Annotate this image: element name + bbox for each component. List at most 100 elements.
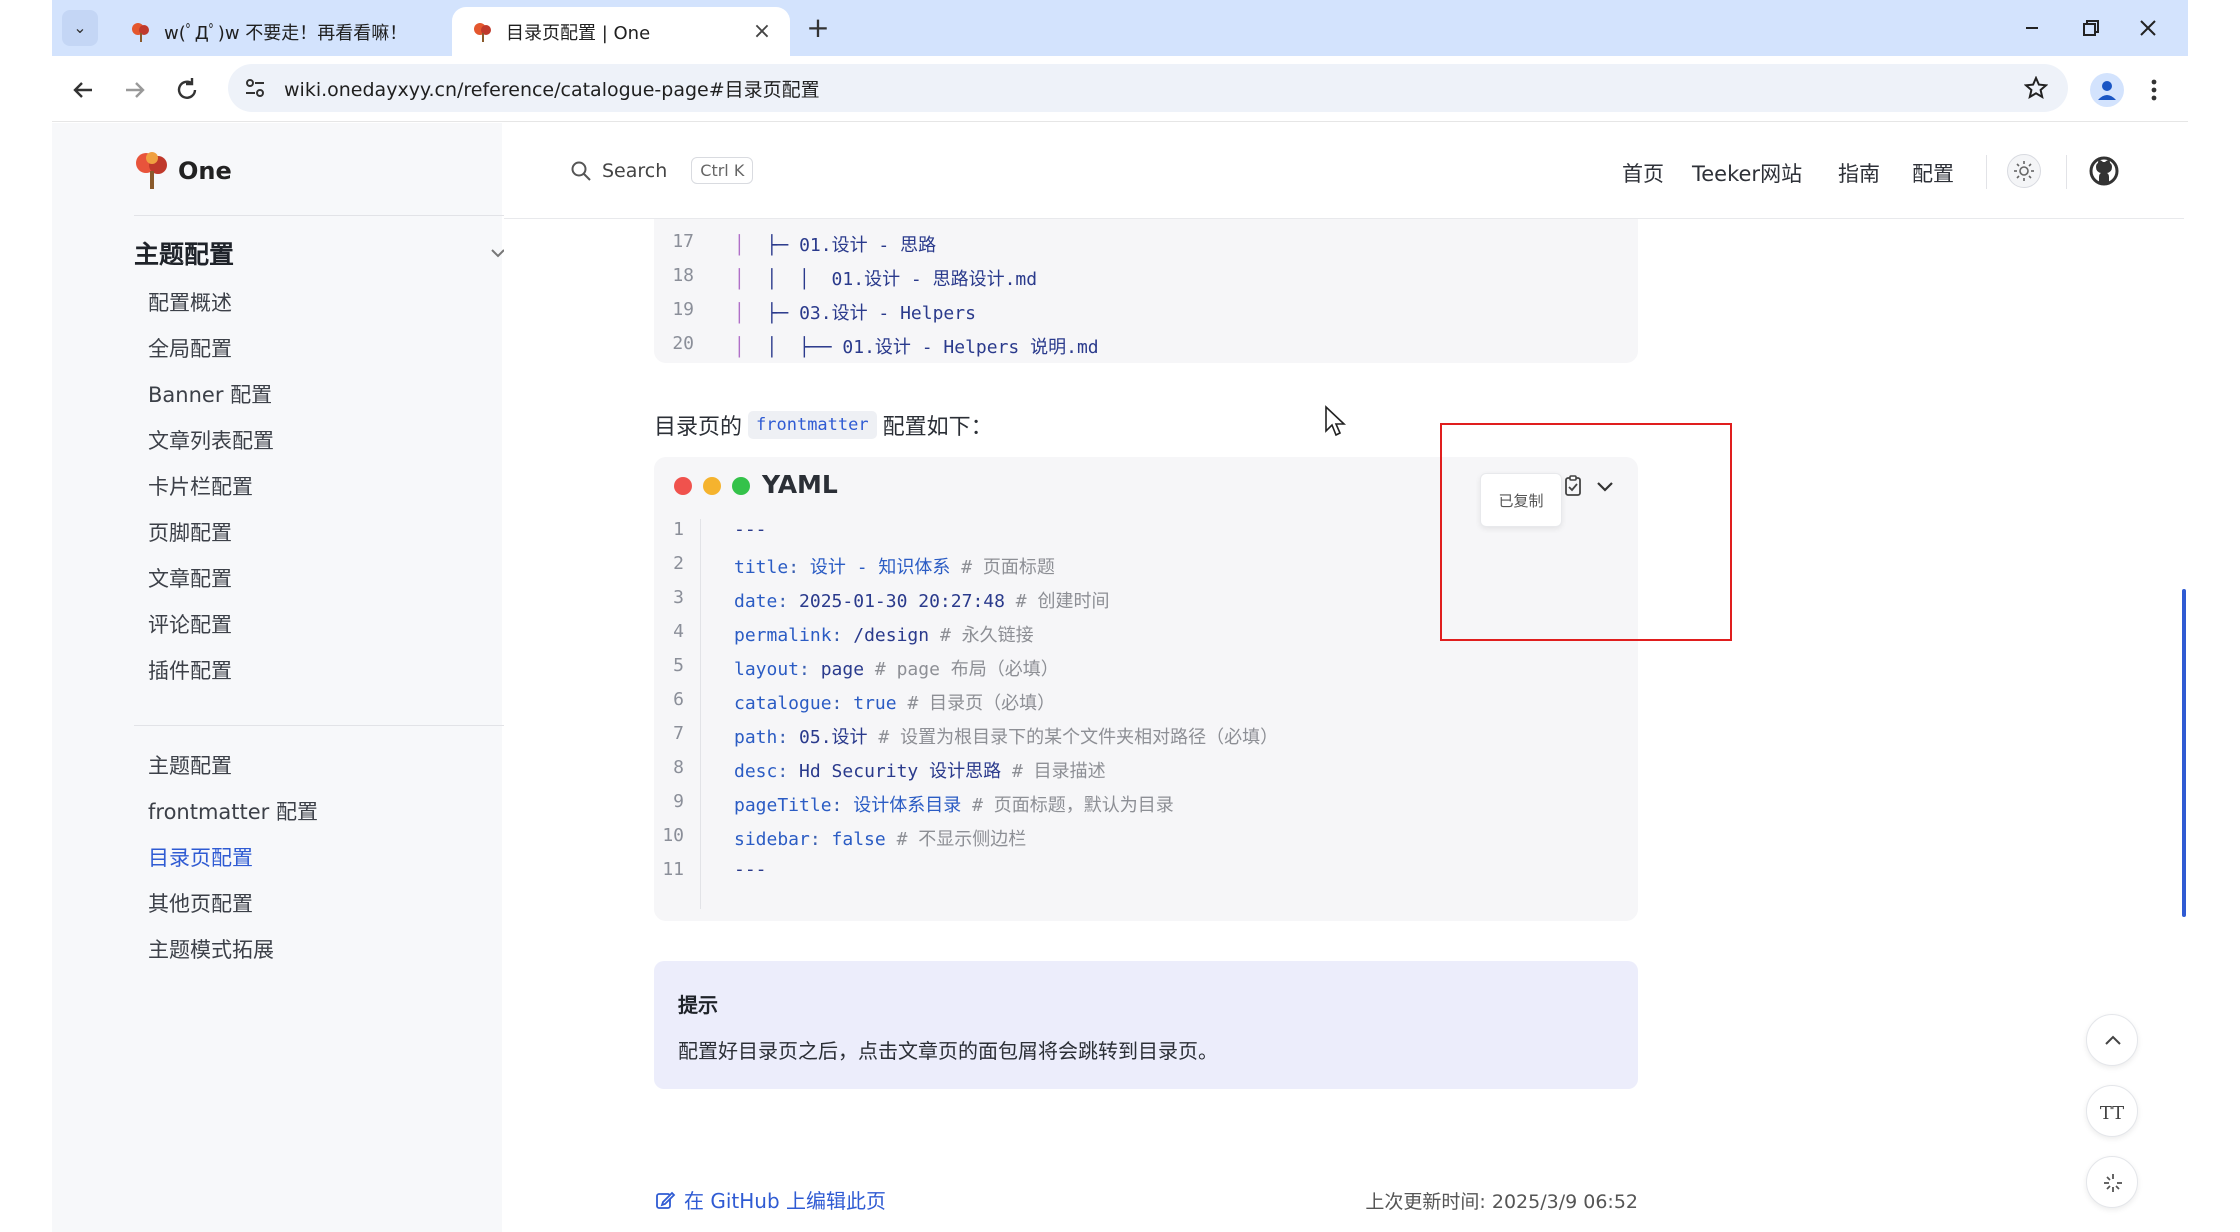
forward-button[interactable] (118, 73, 152, 107)
code-line: date: 2025-01-30 20:27:48 # 创建时间 (734, 591, 1110, 612)
code-line: │ ├─ 03.设计 - Helpers (734, 303, 976, 324)
tab-title: w(ﾟДﾟ)w 不要走！再看看嘛！ (164, 22, 408, 44)
close-window-button[interactable] (2128, 10, 2168, 46)
back-button[interactable] (66, 73, 100, 107)
nav-teeker-site[interactable]: Teeker网站 (1692, 158, 1802, 188)
sidebar-item-banner-config[interactable]: Banner 配置 (148, 379, 272, 409)
theme-toggle-button[interactable] (2007, 154, 2041, 188)
tab-search-button[interactable]: ⌄ (62, 10, 98, 46)
scroll-to-top-button[interactable] (2086, 1014, 2138, 1066)
search-button[interactable]: Search Ctrl K (570, 157, 754, 184)
sidebar-item-catalogue-page-config[interactable]: 目录页配置 (148, 842, 253, 872)
sidebar-item-article-config[interactable]: 文章配置 (148, 563, 232, 593)
nav-home[interactable]: 首页 (1622, 158, 1664, 188)
line-number: 7 (673, 723, 684, 744)
minimize-button[interactable] (2012, 10, 2052, 46)
inline-code: frontmatter (748, 411, 877, 439)
line-number: 8 (673, 757, 684, 778)
window-dots (674, 477, 750, 495)
tab-active[interactable]: 目录页配置 | One × (452, 7, 790, 56)
line-number: 5 (673, 655, 684, 676)
line-number: 1 (673, 519, 684, 540)
address-bar[interactable]: wiki.onedayxyy.cn/reference/catalogue-pa… (228, 64, 2068, 112)
browser-toolbar: wiki.onedayxyy.cn/reference/catalogue-pa… (52, 56, 2188, 122)
sidebar-item-global-config[interactable]: 全局配置 (148, 333, 232, 363)
browser-tab-strip: ⌄ w(ﾟДﾟ)w 不要走！再看看嘛！ × 目录页配置 | One × + (52, 0, 2188, 56)
code-line: permalink: /design # 永久链接 (734, 625, 1034, 646)
tab-title: 目录页配置 | One (506, 22, 651, 44)
nav-divider (1986, 155, 1987, 189)
search-shortcut-badge: Ctrl K (691, 157, 754, 184)
line-number: 10 (662, 825, 684, 846)
code-line: pageTitle: 设计体系目录 # 页面标题，默认为目录 (734, 795, 1174, 816)
mouse-cursor-icon (1325, 405, 1347, 437)
profile-avatar-icon (2098, 81, 2116, 100)
code-line: sidebar: false # 不显示侧边栏 (734, 829, 1027, 850)
sidebar-item-footer-config[interactable]: 页脚配置 (148, 517, 232, 547)
font-size-icon: TT (2099, 1103, 2125, 1124)
browser-menu-button[interactable] (2142, 73, 2166, 107)
restore-button[interactable] (2070, 10, 2110, 46)
line-number: 9 (673, 791, 684, 812)
yellow-dot (703, 477, 721, 495)
bookmark-star-icon[interactable] (2024, 76, 2048, 100)
site-favicon-icon (132, 22, 149, 42)
github-link[interactable] (2088, 155, 2120, 187)
new-tab-button[interactable]: + (800, 10, 836, 46)
line-number: 2 (673, 553, 684, 574)
sidebar-item-config-overview[interactable]: 配置概述 (148, 287, 232, 317)
sidebar-item-plugin-config[interactable]: 插件配置 (148, 655, 232, 685)
code-line: │ │ │ 01.设计 - 思路设计.md (734, 269, 1038, 290)
tab-inactive[interactable]: w(ﾟДﾟ)w 不要走！再看看嘛！ × (110, 7, 510, 56)
code-line: --- (734, 859, 767, 880)
sidebar-item-card-bar-config[interactable]: 卡片栏配置 (148, 471, 253, 501)
highlight-annotation-box (1440, 423, 1732, 641)
edit-on-github-link[interactable]: 在 GitHub 上编辑此页 (654, 1185, 886, 1214)
code-language-label: YAML (762, 470, 838, 499)
sidebar-item-comment-config[interactable]: 评论配置 (148, 609, 232, 639)
reload-button[interactable] (170, 73, 204, 107)
sun-icon (2014, 161, 2034, 181)
page-scrollbar-thumb[interactable] (2182, 589, 2186, 917)
chevron-down-icon: ⌄ (73, 18, 87, 37)
main-content: Search Ctrl K 首页 Teeker网站 指南 配置 17 18 19… (504, 123, 2186, 1232)
last-updated-text: 上次更新时间: 2025/3/9 06:52 (1365, 1191, 1638, 1213)
github-icon (2089, 156, 2119, 186)
font-size-button[interactable]: TT (2086, 1085, 2138, 1137)
code-line: path: 05.设计 # 设置为根目录下的某个文件夹相对路径（必填） (734, 727, 1279, 748)
profile-button[interactable] (2090, 73, 2124, 107)
line-number: 17 (672, 231, 694, 252)
search-label: Search (602, 159, 668, 182)
sidebar-group-title: 主题配置 (134, 240, 235, 269)
paragraph-text: 配置如下： (882, 415, 993, 440)
body-paragraph: 目录页的 frontmatter 配置如下： (654, 409, 993, 441)
sidebar-divider (134, 725, 510, 726)
line-number: 18 (672, 265, 694, 286)
site-info-icon[interactable] (242, 75, 268, 101)
minimize-icon (2026, 27, 2038, 29)
site-logo[interactable]: One (134, 151, 232, 191)
sparkle-effect-button[interactable] (2086, 1156, 2138, 1208)
code-line: │ ├─ 01.设计 - 思路 (734, 235, 937, 256)
sidebar-item-frontmatter-config[interactable]: frontmatter 配置 (148, 796, 318, 826)
forward-arrow-icon (126, 82, 145, 98)
line-number: 6 (673, 689, 684, 710)
nav-guide[interactable]: 指南 (1838, 158, 1880, 188)
close-tab-icon[interactable]: × (748, 19, 776, 44)
line-number: 19 (672, 299, 694, 320)
url-text[interactable]: wiki.onedayxyy.cn/reference/catalogue-pa… (284, 75, 820, 102)
sparkle-icon (2104, 1174, 2122, 1192)
sidebar-item-post-list-config[interactable]: 文章列表配置 (148, 425, 274, 455)
code-line: │ │ ├── 01.设计 - Helpers 说明.md (734, 337, 1099, 358)
sidebar-group-header[interactable]: 主题配置 (134, 235, 510, 271)
tip-text: 配置好目录页之后，点击文章页的面包屑将会跳转到目录页。 (678, 1039, 1218, 1063)
line-number: 3 (673, 587, 684, 608)
search-icon (571, 161, 591, 181)
nav-config[interactable]: 配置 (1912, 158, 1954, 188)
sidebar-item-theme-config[interactable]: 主题配置 (148, 750, 232, 780)
sidebar-item-other-page-config[interactable]: 其他页配置 (148, 888, 253, 918)
edit-icon (656, 1191, 676, 1209)
restore-icon (2083, 20, 2099, 36)
logo-tree-icon (136, 152, 167, 189)
sidebar-item-theme-mode-extension[interactable]: 主题模式拓展 (148, 934, 274, 964)
